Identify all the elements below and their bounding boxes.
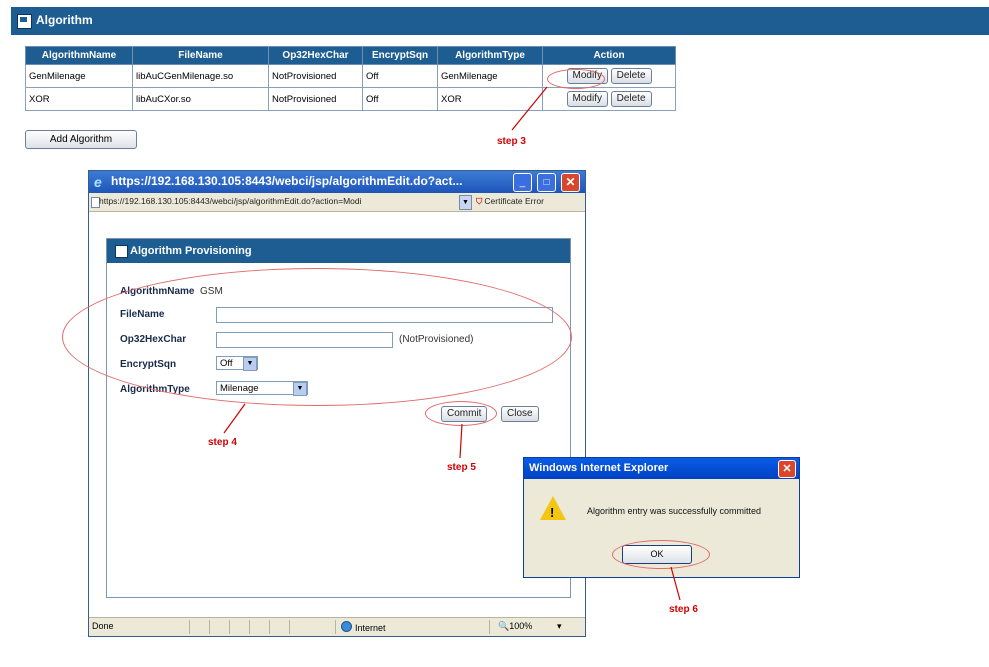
annotation-lines: [223, 86, 681, 601]
annotation-line: [670, 566, 681, 601]
annotation-line: [511, 86, 548, 131]
annotation-step-6: step 6: [669, 604, 698, 615]
annotation-line: [223, 403, 246, 434]
annotation-step-3: step 3: [497, 136, 526, 147]
annotation-step-5: step 5: [447, 462, 476, 473]
annotation-line: [459, 423, 463, 459]
annotation-step-4: step 4: [208, 437, 237, 448]
